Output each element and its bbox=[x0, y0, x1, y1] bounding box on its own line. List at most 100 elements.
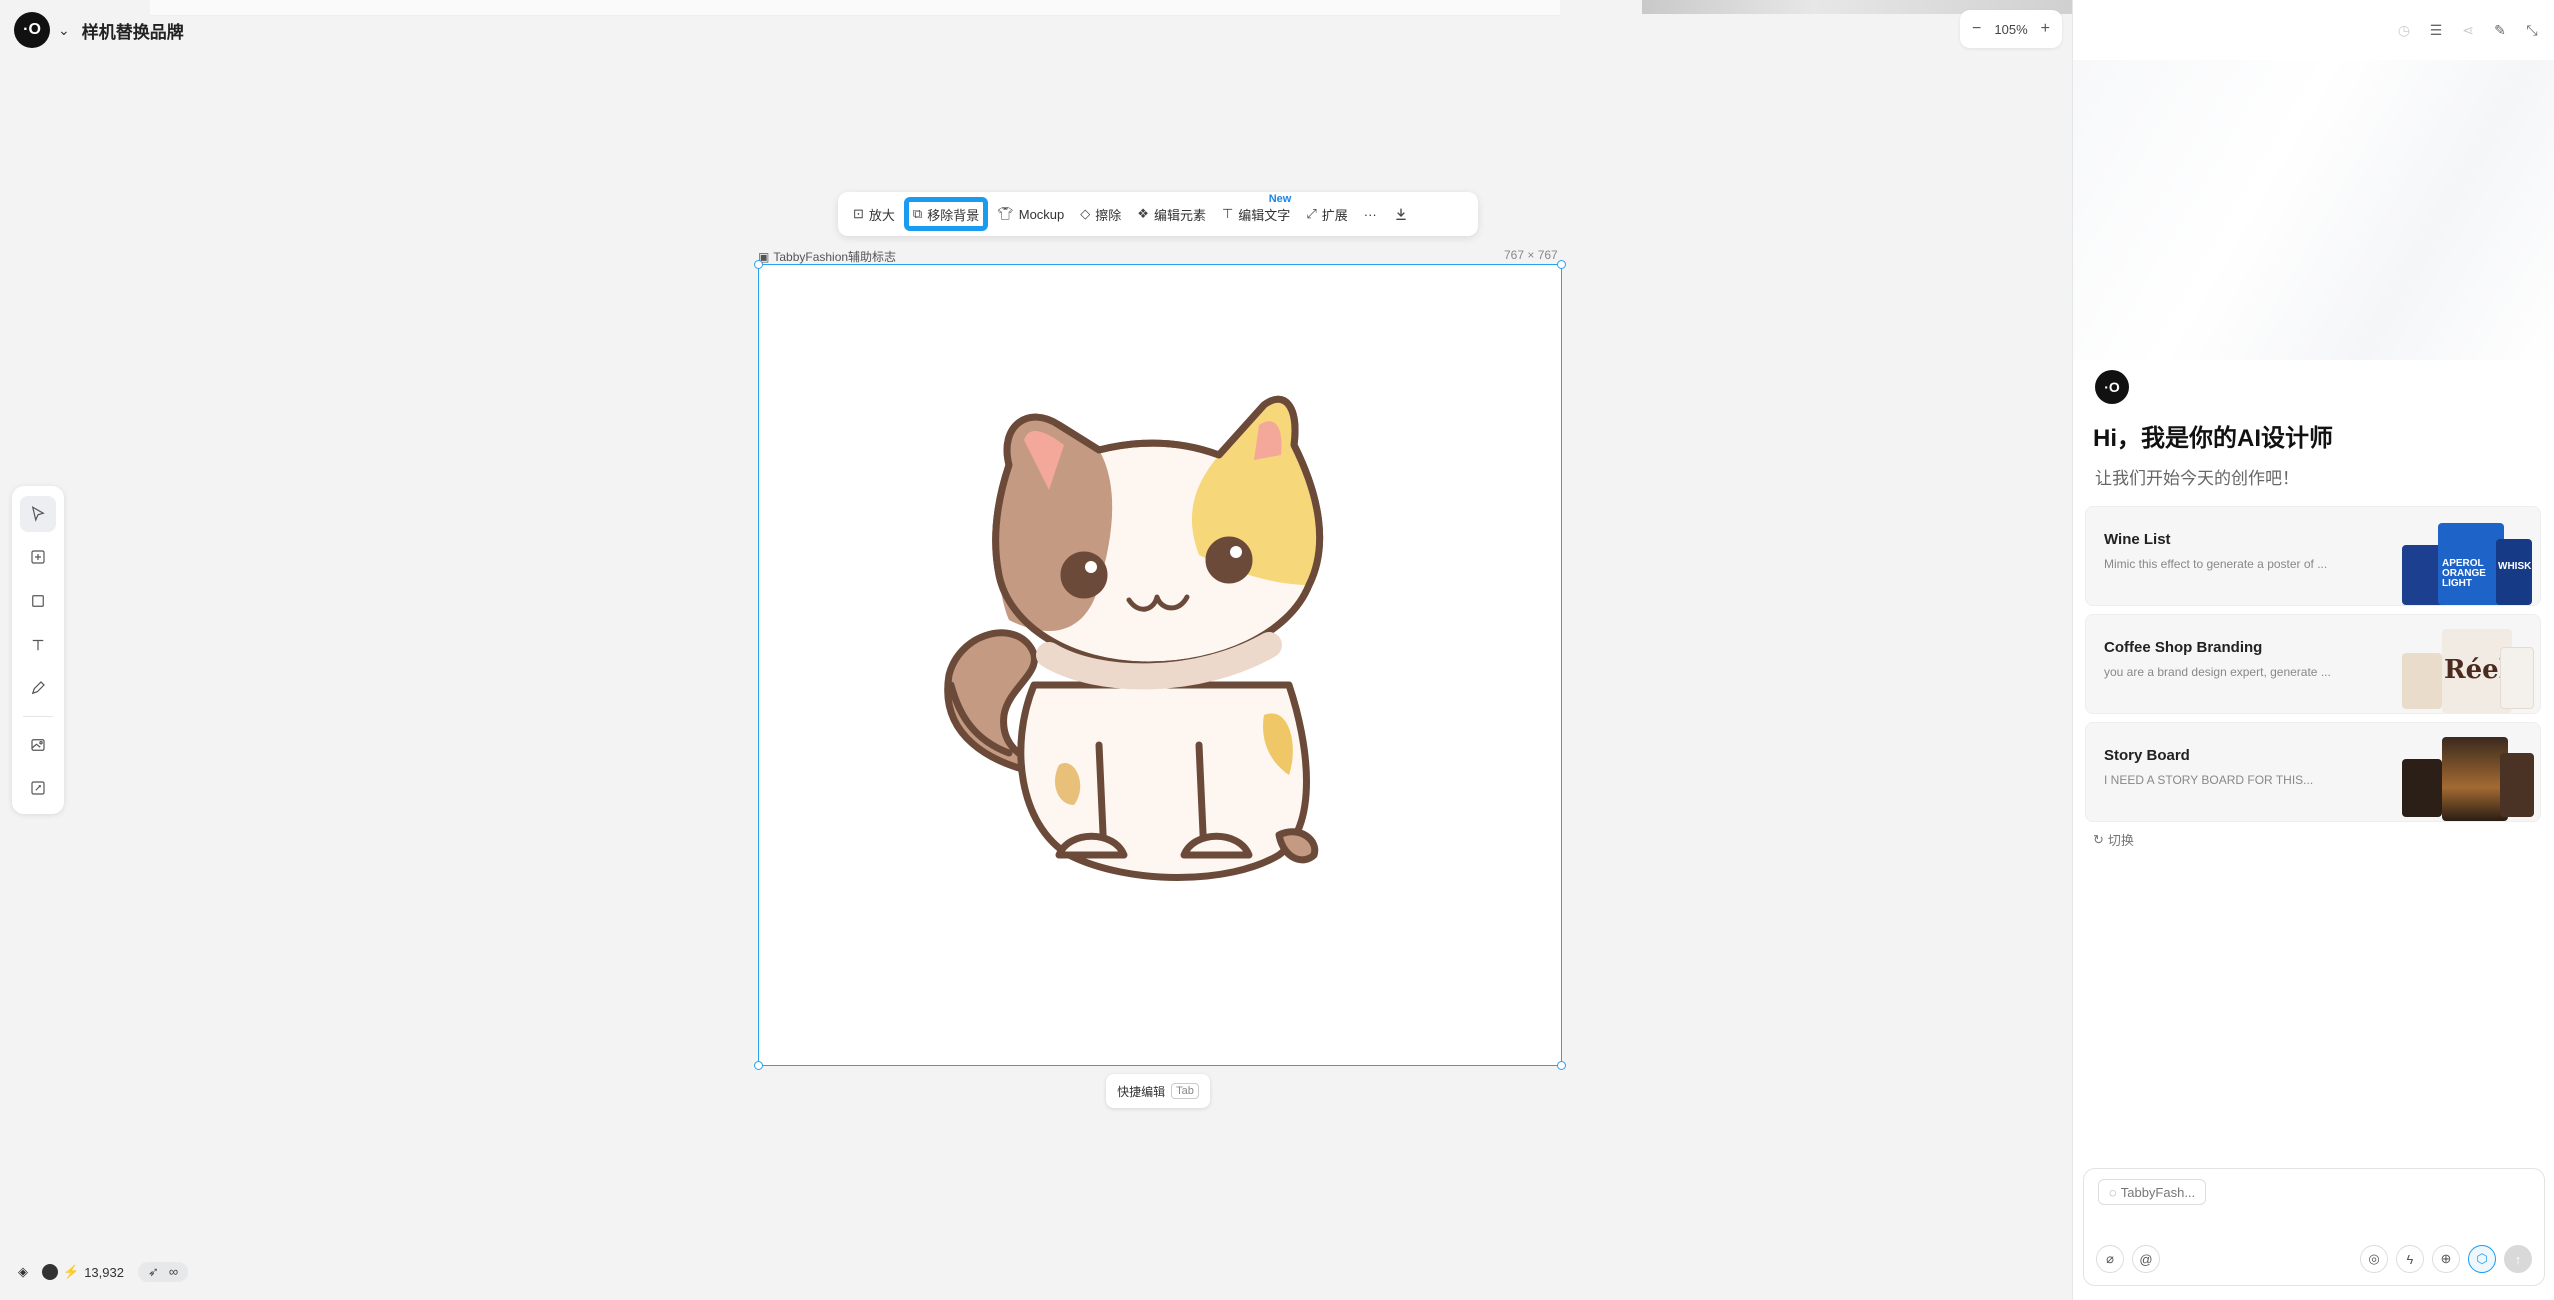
zoom-level[interactable]: 105% bbox=[1994, 22, 2027, 37]
expand-icon: ⤢ bbox=[1306, 206, 1317, 221]
tool-rail bbox=[12, 486, 64, 814]
card-description: you are a brand design expert, generate … bbox=[2104, 665, 2331, 679]
zoom-in-button[interactable]: + bbox=[2041, 20, 2050, 38]
edit-elements-label: 编辑元素 bbox=[1153, 207, 1206, 223]
settings-sliders-icon[interactable]: ☰ bbox=[2428, 22, 2444, 39]
edit-text-button[interactable]: ⊤ 编辑文字 New bbox=[1215, 193, 1297, 231]
expand-label: 扩展 bbox=[1321, 207, 1348, 223]
greeting-title: Hi，我是你的AI设计师 bbox=[2093, 425, 2333, 452]
top-strip bbox=[150, 0, 1560, 16]
image-edit-icon bbox=[31, 781, 45, 795]
infinity-icon: ∞ bbox=[168, 1264, 179, 1279]
pen-icon bbox=[31, 681, 45, 695]
thumbnail bbox=[2442, 737, 2508, 821]
thumbnail: WHISKEY bbox=[2496, 539, 2532, 605]
text-tool[interactable] bbox=[20, 627, 56, 663]
zoom-control: − 105% + bbox=[1960, 10, 2062, 48]
bolt-icon: ϟ bbox=[2406, 1251, 2414, 1267]
thumbnail: APEROL ORANGE LIGHT bbox=[2438, 523, 2504, 605]
credits-display[interactable]: ⚡ 13,932 bbox=[42, 1264, 124, 1280]
shirt-icon: 👕︎ bbox=[997, 206, 1014, 221]
project-header[interactable]: ·O ⌄ 样机替换品牌 bbox=[14, 12, 184, 48]
image-icon: ◌ bbox=[2109, 1184, 2117, 1200]
image-sparkle-icon bbox=[31, 738, 45, 751]
switch-templates-button[interactable]: ↻ 切换 bbox=[2093, 830, 2134, 849]
card-title: Story Board bbox=[2104, 747, 2190, 764]
refresh-icon: ↻ bbox=[2093, 831, 2104, 847]
template-card-wine-list[interactable]: Wine List Mimic this effect to generate … bbox=[2085, 506, 2541, 606]
model-button[interactable]: ⬡ bbox=[2468, 1245, 2496, 1273]
mockup-button[interactable]: 👕︎ Mockup bbox=[990, 197, 1071, 231]
expand-button[interactable]: ⤢ 扩展 bbox=[1299, 197, 1354, 231]
thumbnail bbox=[2500, 647, 2534, 709]
resize-handle-bl[interactable] bbox=[754, 1061, 763, 1070]
select-tool[interactable] bbox=[20, 496, 56, 532]
remove-background-button[interactable]: ⧉ 移除背景 bbox=[903, 197, 989, 231]
panel-toolbar: ◷ ☰ ⋖ ✎ ⤡ bbox=[2396, 22, 2540, 39]
edit-text-label: 编辑文字 bbox=[1238, 207, 1291, 223]
card-thumbnails: Réel bbox=[2362, 623, 2534, 713]
attach-button[interactable]: ⌀ bbox=[2096, 1245, 2124, 1273]
context-chip-label: TabbyFash... bbox=[2120, 1184, 2196, 1200]
download-button[interactable] bbox=[1386, 197, 1416, 231]
ai-logo: ·O bbox=[2095, 370, 2129, 404]
project-title[interactable]: 样机替换品牌 bbox=[82, 18, 184, 43]
chevron-down-icon[interactable]: ⌄ bbox=[58, 22, 70, 39]
template-card-coffee-branding[interactable]: Coffee Shop Branding you are a brand des… bbox=[2085, 614, 2541, 714]
quick-edit-label: 快捷编辑 bbox=[1117, 1084, 1166, 1099]
flash-button[interactable]: ϟ bbox=[2396, 1245, 2424, 1273]
erase-button[interactable]: ◇ 擦除 bbox=[1073, 197, 1128, 231]
thumbnail bbox=[2500, 753, 2534, 817]
more-icon: ··· bbox=[1363, 206, 1377, 222]
mention-button[interactable]: @ bbox=[2132, 1245, 2160, 1273]
more-button[interactable]: ··· bbox=[1357, 197, 1384, 231]
card-thumbnails bbox=[2362, 731, 2534, 821]
frame-tool[interactable] bbox=[20, 583, 56, 619]
selected-image-frame[interactable] bbox=[754, 260, 1566, 1070]
history-icon[interactable]: ◷ bbox=[2396, 22, 2412, 39]
cat-illustration bbox=[944, 395, 1324, 881]
send-button[interactable]: ↑ bbox=[2504, 1245, 2532, 1273]
erase-label: 擦除 bbox=[1095, 207, 1122, 223]
remove-background-label: 移除背景 bbox=[927, 207, 980, 223]
plus-square-icon bbox=[31, 550, 45, 564]
lightbulb-icon: ◎ bbox=[2368, 1251, 2380, 1266]
edit-elements-button[interactable]: ❖ 编辑元素 bbox=[1130, 197, 1213, 231]
resize-handle-br[interactable] bbox=[1557, 1061, 1566, 1070]
zoom-out-button[interactable]: − bbox=[1972, 20, 1981, 38]
web-button[interactable]: ⊕ bbox=[2432, 1245, 2460, 1273]
composer-left-actions: ⌀ @ bbox=[2096, 1245, 2160, 1273]
switch-label: 切换 bbox=[2107, 833, 2134, 848]
pen-tool[interactable] bbox=[20, 670, 56, 706]
plan-pill[interactable]: ➶ ∞ bbox=[137, 1262, 189, 1282]
new-badge: New bbox=[1268, 193, 1292, 205]
image-edit-tool[interactable] bbox=[20, 770, 56, 806]
share-icon[interactable]: ⋖ bbox=[2460, 22, 2476, 39]
upscale-button[interactable]: ⊡ 放大 bbox=[846, 197, 902, 231]
app-logo[interactable]: ·O bbox=[14, 12, 50, 48]
text-icon bbox=[32, 639, 44, 650]
upscale-label: 放大 bbox=[868, 207, 895, 223]
image-gen-tool[interactable] bbox=[20, 727, 56, 763]
credits-count: 13,932 bbox=[84, 1264, 124, 1280]
resize-handle-tl[interactable] bbox=[754, 260, 763, 269]
idea-button[interactable]: ◎ bbox=[2360, 1245, 2388, 1273]
bottom-status-bar: ◈ ⚡ 13,932 ➶ ∞ bbox=[18, 1262, 189, 1282]
arrow-up-icon: ↑ bbox=[2514, 1251, 2522, 1267]
template-card-story-board[interactable]: Story Board I NEED A STORY BOARD FOR THI… bbox=[2085, 722, 2541, 822]
quick-edit-button[interactable]: 快捷编辑 Tab bbox=[1106, 1074, 1210, 1108]
resize-handle-tr[interactable] bbox=[1557, 260, 1566, 269]
frame-name: TabbyFashion辅助标志 bbox=[773, 250, 897, 264]
context-chip[interactable]: ◌ TabbyFash... bbox=[2098, 1179, 2207, 1205]
collapse-icon[interactable]: ⤡ bbox=[2524, 22, 2540, 39]
add-tool[interactable] bbox=[20, 540, 56, 576]
frame-label[interactable]: ▣ TabbyFashion辅助标志 bbox=[758, 248, 896, 265]
new-chat-icon[interactable]: ✎ bbox=[2492, 22, 2508, 39]
chat-composer[interactable]: ◌ TabbyFash... ⌀ @ ◎ ϟ ⊕ ⬡ ↑ bbox=[2083, 1168, 2545, 1286]
layers-icon[interactable]: ◈ bbox=[18, 1264, 28, 1280]
avatar bbox=[42, 1264, 58, 1280]
composer-right-actions: ◎ ϟ ⊕ ⬡ ↑ bbox=[2360, 1245, 2532, 1273]
card-description: Mimic this effect to generate a poster o… bbox=[2104, 557, 2328, 571]
at-icon: @ bbox=[2139, 1251, 2153, 1267]
remove-bg-icon: ⧉ bbox=[912, 206, 923, 221]
